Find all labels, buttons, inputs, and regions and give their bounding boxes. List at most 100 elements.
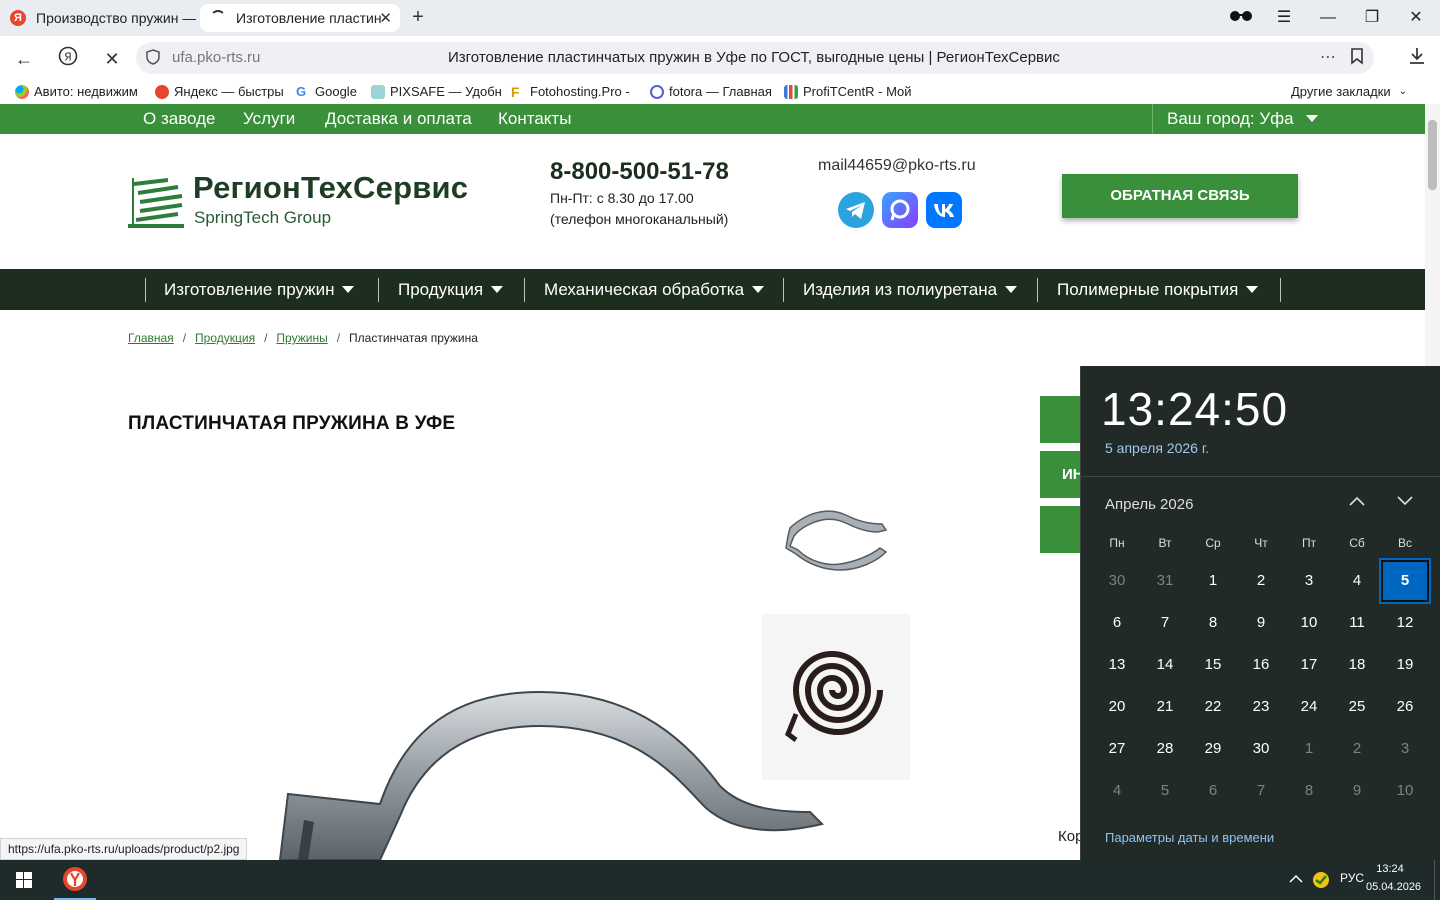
logo-spring-icon[interactable] — [128, 174, 184, 235]
calendar-day[interactable]: 6 — [1189, 770, 1237, 812]
calendar-day[interactable]: 15 — [1189, 644, 1237, 686]
calendar-day[interactable]: 9 — [1333, 770, 1381, 812]
more-icon[interactable]: ⋯ — [1320, 47, 1336, 67]
product-main-image[interactable] — [270, 686, 830, 861]
nav-machining[interactable]: Механическая обработка — [544, 269, 765, 310]
close-window-icon[interactable]: ✕ — [1401, 6, 1431, 30]
windows-start-icon[interactable] — [0, 860, 48, 900]
calendar-day[interactable]: 7 — [1237, 770, 1285, 812]
calendar-day[interactable]: 21 — [1141, 686, 1189, 728]
feedback-button[interactable]: ОБРАТНАЯ СВЯЗЬ — [1062, 174, 1298, 218]
calendar-day[interactable]: 1 — [1285, 728, 1333, 770]
bookmark-icon[interactable] — [1350, 48, 1364, 70]
nav-springs[interactable]: Изготовление пружин — [164, 269, 355, 310]
scrollbar-thumb[interactable] — [1428, 120, 1437, 190]
bookmark-fotora[interactable]: fotora — Главная — [650, 84, 772, 99]
calendar-day-today[interactable]: 5 — [1379, 558, 1431, 604]
breadcrumb-springs[interactable]: Пружины — [276, 331, 327, 345]
chevron-up-icon[interactable] — [1288, 872, 1304, 891]
menu-icon[interactable]: ☰ — [1269, 6, 1299, 30]
topnav-contacts[interactable]: Контакты — [498, 109, 571, 129]
stop-loading-icon[interactable]: ✕ — [99, 46, 125, 72]
calendar-day[interactable]: 22 — [1189, 686, 1237, 728]
calendar-day[interactable]: 24 — [1285, 686, 1333, 728]
bookmark-pixsafe[interactable]: PIXSAFE — Удобн — [371, 84, 502, 99]
date-time-settings-link[interactable]: Параметры даты и времени — [1105, 830, 1274, 845]
show-desktop-button[interactable] — [1434, 860, 1440, 900]
calendar-day[interactable]: 29 — [1189, 728, 1237, 770]
bookmark-fotohosting[interactable]: F Fotohosting.Pro - — [511, 84, 630, 99]
vk-icon[interactable] — [926, 192, 962, 228]
calendar-day[interactable]: 20 — [1093, 686, 1141, 728]
breadcrumb-home[interactable]: Главная — [128, 331, 174, 345]
input-language[interactable]: РУС — [1340, 871, 1364, 885]
calendar-day[interactable]: 10 — [1285, 602, 1333, 644]
max-icon[interactable] — [882, 192, 918, 228]
minimize-icon[interactable]: — — [1313, 6, 1343, 30]
calendar-day[interactable]: 1 — [1189, 560, 1237, 602]
nav-polyurethane[interactable]: Изделия из полиуретана — [803, 269, 1018, 310]
tray-app-icon[interactable] — [1312, 871, 1330, 894]
restore-icon[interactable]: ❐ — [1357, 6, 1387, 30]
browser-tab-2-active[interactable]: Изготовление пластин ✕ — [200, 4, 400, 32]
tray-date[interactable]: 05.04.2026 — [1366, 881, 1421, 893]
telegram-icon[interactable] — [838, 192, 874, 228]
topnav-delivery[interactable]: Доставка и оплата — [325, 109, 472, 129]
calendar-day[interactable]: 10 — [1381, 770, 1429, 812]
bookmark-profitcentr[interactable]: ProfiTCentR - Мой — [784, 84, 912, 99]
email-link[interactable]: mail44659@pko-rts.ru — [818, 157, 976, 175]
calendar-day[interactable]: 25 — [1333, 686, 1381, 728]
calendar-day[interactable]: 2 — [1237, 560, 1285, 602]
calendar-day[interactable]: 4 — [1093, 770, 1141, 812]
new-tab-button[interactable]: + — [406, 6, 430, 30]
download-icon[interactable] — [1404, 46, 1430, 72]
calendar-day[interactable]: 5 — [1141, 770, 1189, 812]
calendar-day[interactable]: 11 — [1333, 602, 1381, 644]
close-tab-icon[interactable]: ✕ — [379, 9, 392, 27]
bookmark-yandex[interactable]: Яндекс — быстры — [155, 84, 284, 99]
calendar-day[interactable]: 31 — [1141, 560, 1189, 602]
bookmark-google[interactable]: G Google — [296, 84, 357, 99]
yandex-home-icon[interactable]: Я — [55, 46, 81, 72]
calendar-day[interactable]: 2 — [1333, 728, 1381, 770]
city-selector[interactable]: Ваш город: Уфа — [1152, 104, 1319, 134]
calendar-day[interactable]: 6 — [1093, 602, 1141, 644]
calendar-day[interactable]: 30 — [1093, 560, 1141, 602]
calendar-month[interactable]: Апрель 2026 — [1105, 496, 1193, 513]
topnav-services[interactable]: Услуги — [243, 109, 295, 129]
nav-coatings[interactable]: Полимерные покрытия — [1057, 269, 1259, 310]
clock-date[interactable]: 5 апреля 2026 г. — [1105, 440, 1209, 456]
calendar-day[interactable]: 7 — [1141, 602, 1189, 644]
calendar-day[interactable]: 3 — [1285, 560, 1333, 602]
omnibox[interactable]: ufa.pko-rts.ru Изготовление пластинчатых… — [136, 42, 1374, 74]
calendar-day[interactable]: 19 — [1381, 644, 1429, 686]
product-thumb-clip[interactable] — [770, 466, 905, 606]
calendar-day[interactable]: 8 — [1189, 602, 1237, 644]
calendar-day[interactable]: 16 — [1237, 644, 1285, 686]
calendar-day[interactable]: 23 — [1237, 686, 1285, 728]
calendar-day[interactable]: 17 — [1285, 644, 1333, 686]
calendar-day[interactable]: 4 — [1333, 560, 1381, 602]
tray-time[interactable]: 13:24 — [1370, 863, 1410, 875]
yandex-browser-taskbar-icon[interactable] — [54, 860, 96, 900]
calendar-day[interactable]: 27 — [1093, 728, 1141, 770]
bookmark-avito[interactable]: Авито: недвижим — [15, 84, 138, 99]
calendar-day[interactable]: 12 — [1381, 602, 1429, 644]
chevron-up-icon[interactable] — [1345, 494, 1369, 518]
calendar-day[interactable]: 28 — [1141, 728, 1189, 770]
calendar-day[interactable]: 9 — [1237, 602, 1285, 644]
back-arrow-icon[interactable]: ← — [11, 46, 37, 72]
browser-tab-1[interactable]: Я Производство пружин — — [0, 4, 196, 32]
chevron-down-icon[interactable] — [1393, 494, 1417, 518]
incognito-icon[interactable] — [1226, 6, 1256, 30]
other-bookmarks[interactable]: Другие закладки ⌄ — [1291, 84, 1407, 99]
logo-name[interactable]: РегионТехСервис — [193, 170, 468, 206]
calendar-day[interactable]: 8 — [1285, 770, 1333, 812]
calendar-day[interactable]: 26 — [1381, 686, 1429, 728]
nav-products[interactable]: Продукция — [398, 269, 504, 310]
calendar-day[interactable]: 18 — [1333, 644, 1381, 686]
breadcrumb-products[interactable]: Продукция — [195, 331, 255, 345]
calendar-day[interactable]: 3 — [1381, 728, 1429, 770]
topnav-about[interactable]: О заводе — [143, 109, 216, 129]
calendar-day[interactable]: 13 — [1093, 644, 1141, 686]
